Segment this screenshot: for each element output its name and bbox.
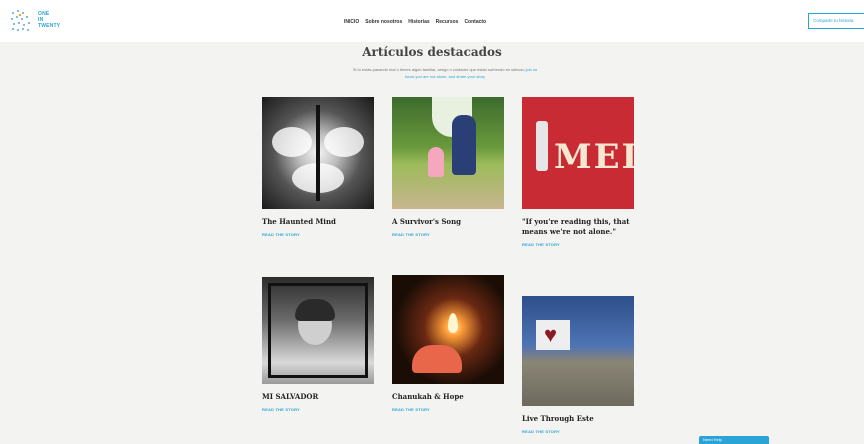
story-card[interactable]: Chanukah & Hope READ THE STORY (392, 275, 504, 412)
join-us-link[interactable]: join us (526, 67, 538, 72)
chat-widget-tab[interactable]: Need Help (699, 436, 769, 444)
nav-contacto[interactable]: Contacto (464, 19, 486, 25)
story-title[interactable]: MI SALVADOR (262, 392, 374, 402)
logo-wordmark: ONE IN TWENTY (38, 11, 60, 29)
intro-line: Si tú estás pasando mal o tienes algún f… (352, 67, 525, 72)
read-story-link[interactable]: READ THE STORY (262, 232, 374, 237)
share-story-button[interactable]: Comparte tu historia (808, 13, 864, 29)
story-title[interactable]: Chanukah & Hope (392, 392, 504, 402)
nav-recursos[interactable]: Recursos (436, 19, 459, 25)
story-title[interactable]: Live Through Este (522, 414, 634, 424)
nav-sobre-nosotros[interactable]: Sobre nosotros (365, 19, 402, 25)
story-image[interactable] (392, 97, 504, 209)
story-title[interactable]: A Survivor's Song (392, 217, 504, 227)
page-title: Artículos destacados (362, 45, 502, 59)
story-title[interactable]: "If you're reading this, that means we'r… (522, 217, 634, 237)
main-nav: INICIO Sobre nosotros Historias Recursos… (344, 19, 486, 25)
site-logo[interactable]: ONE IN TWENTY (10, 6, 80, 36)
read-story-link[interactable]: READ THE STORY (262, 407, 374, 412)
story-image[interactable] (392, 275, 504, 384)
read-story-link[interactable]: READ THE STORY (392, 407, 504, 412)
share-story-link[interactable]: know you are not alone, and share your s… (405, 74, 485, 79)
story-card[interactable]: The Haunted Mind READ THE STORY (262, 97, 374, 237)
read-story-link[interactable]: READ THE STORY (522, 242, 634, 247)
story-image[interactable]: ♥ (522, 296, 634, 406)
story-card[interactable]: A Survivor's Song READ THE STORY (392, 97, 504, 237)
story-image[interactable] (262, 277, 374, 384)
story-card[interactable]: MEI "If you're reading this, that means … (522, 97, 634, 247)
story-image[interactable]: MEI (522, 97, 634, 209)
site-header: ONE IN TWENTY INICIO Sobre nosotros Hist… (0, 0, 864, 42)
nav-historias[interactable]: Historias (408, 19, 429, 25)
story-image[interactable] (262, 97, 374, 209)
intro-text: Si tú estás pasando mal o tienes algún f… (300, 66, 590, 80)
dots-logo-icon (11, 10, 30, 31)
nav-inicio[interactable]: INICIO (344, 19, 359, 25)
read-story-link[interactable]: READ THE STORY (522, 429, 634, 434)
story-title[interactable]: The Haunted Mind (262, 217, 374, 227)
story-card[interactable]: MI SALVADOR READ THE STORY (262, 277, 374, 412)
story-card[interactable]: ♥ Live Through Este READ THE STORY (522, 296, 634, 434)
read-story-link[interactable]: READ THE STORY (392, 232, 504, 237)
logo-line: TWENTY (38, 23, 61, 29)
